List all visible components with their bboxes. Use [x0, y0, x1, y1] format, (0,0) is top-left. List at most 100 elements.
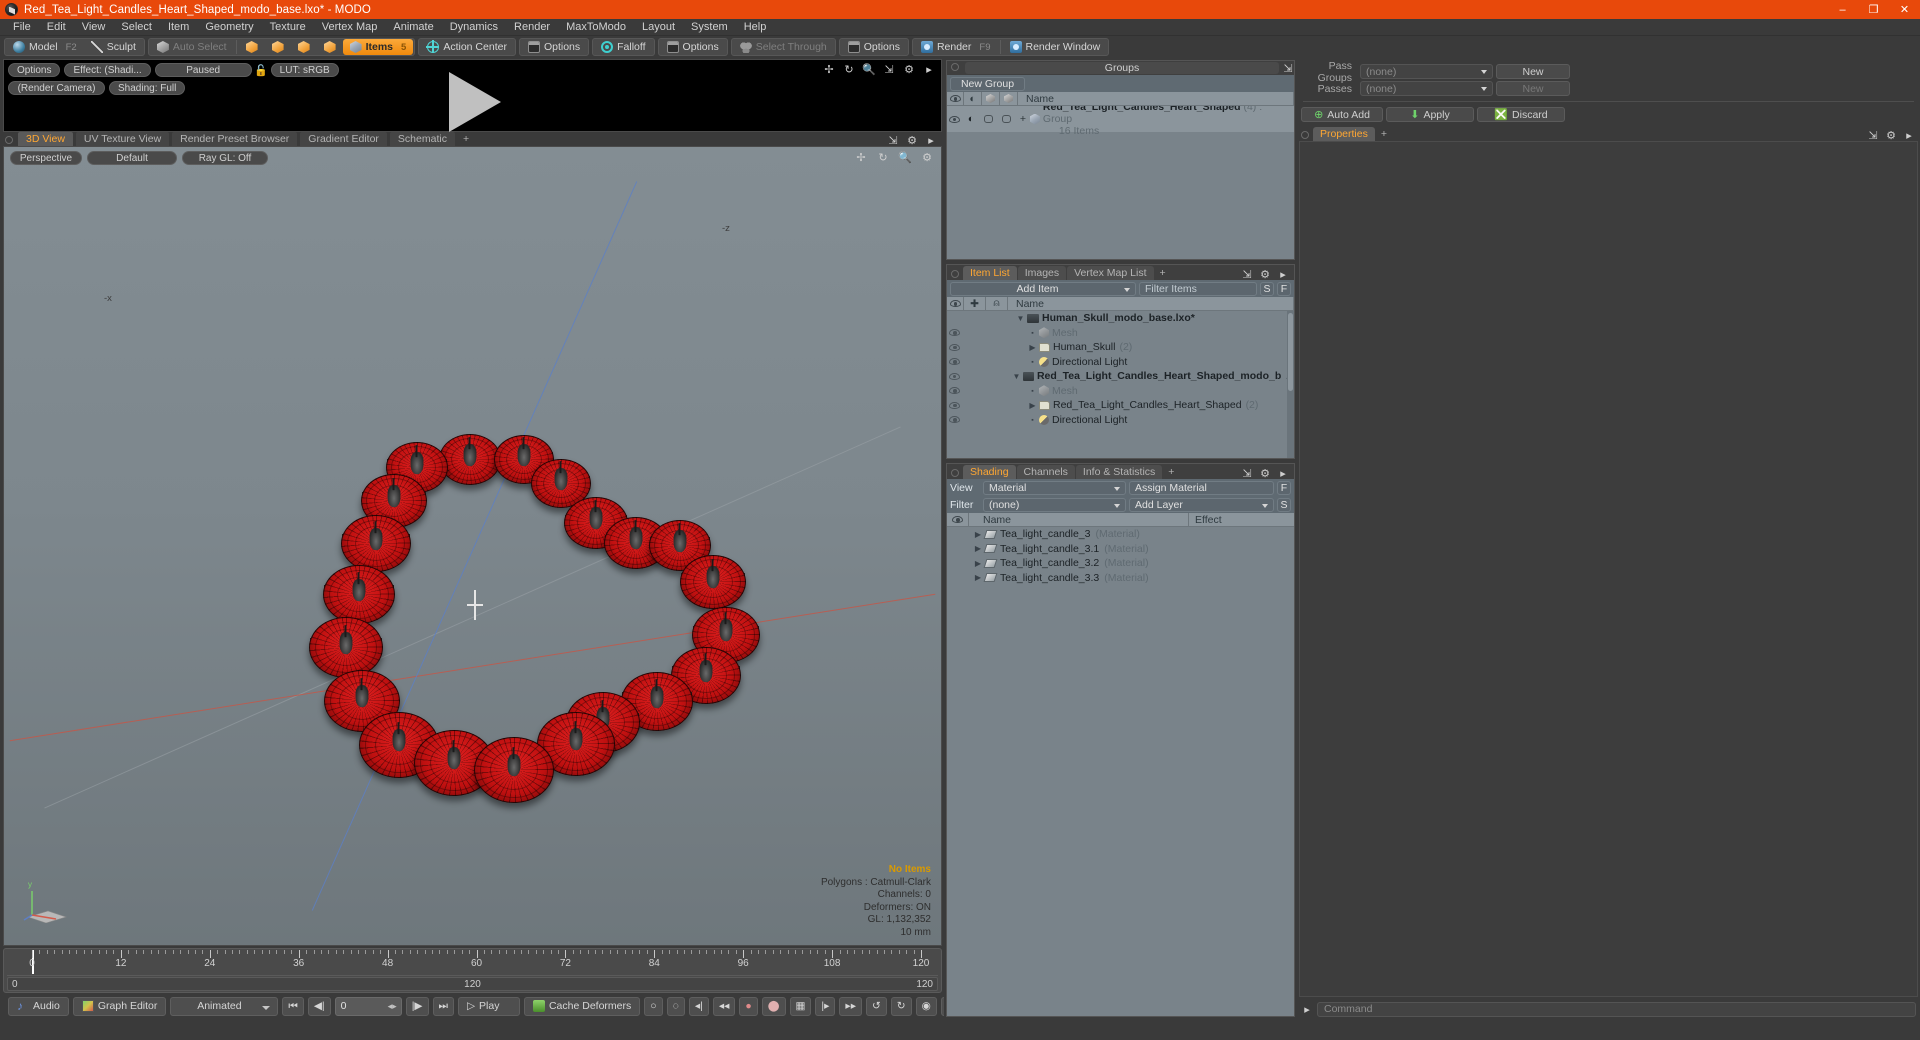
expand-arrow-icon[interactable]: ▪: [1026, 386, 1039, 395]
play-button[interactable]: ▷ Play: [457, 996, 520, 1016]
tab-properties[interactable]: Properties: [1313, 127, 1375, 141]
falloff-button[interactable]: Falloff: [594, 39, 652, 55]
menu-item-animate[interactable]: Animate: [385, 19, 441, 35]
action-center-button[interactable]: Action Center: [420, 39, 514, 55]
pass-groups-new-button[interactable]: New: [1496, 64, 1570, 79]
auto-add-button[interactable]: ⊕ Auto Add: [1301, 107, 1383, 122]
menu-item-vertex-map[interactable]: Vertex Map: [314, 19, 386, 35]
add-item-dropdown[interactable]: Add Item: [950, 281, 1136, 296]
chevron-right-icon[interactable]: ▸: [925, 134, 937, 147]
apply-button[interactable]: ⬇ Apply: [1386, 107, 1474, 122]
rotate-icon[interactable]: ↻: [843, 63, 855, 76]
chevron-right-icon[interactable]: ▸: [1903, 129, 1915, 142]
candle-item[interactable]: [323, 565, 395, 624]
tab--[interactable]: +: [1163, 465, 1179, 479]
menu-item-texture[interactable]: Texture: [262, 19, 314, 35]
col-shading-icon[interactable]: ◐: [964, 92, 982, 105]
preview-paused-button[interactable]: Paused: [154, 63, 252, 77]
menu-item-item[interactable]: Item: [160, 19, 197, 35]
col-render-icon[interactable]: [1000, 92, 1018, 105]
assign-material-button[interactable]: Assign Material: [1129, 480, 1274, 495]
select-through-button[interactable]: Select Through: [733, 39, 834, 55]
gear-icon[interactable]: ⚙: [1259, 268, 1271, 281]
col-lock-icon[interactable]: ✚: [964, 297, 986, 310]
passes-select[interactable]: (none): [1360, 81, 1493, 96]
polygon-mode-button[interactable]: [291, 39, 317, 55]
menu-item-file[interactable]: File: [5, 19, 39, 35]
render-window-button[interactable]: Render Window: [1003, 39, 1108, 55]
create-key-button[interactable]: ●: [739, 996, 758, 1016]
timeline-range-bar[interactable]: 0 120 120: [7, 977, 938, 991]
animation-mode-select[interactable]: Animated: [170, 996, 279, 1016]
filter-s-button[interactable]: S: [1260, 281, 1274, 296]
maximize-button[interactable]: ❐: [1858, 0, 1889, 19]
key-prev-button[interactable]: ◂|: [688, 996, 709, 1016]
gear-icon[interactable]: ⚙: [921, 151, 933, 164]
visibility-toggle[interactable]: [947, 329, 962, 337]
candle-item[interactable]: [309, 617, 383, 678]
item-list-row[interactable]: ▶ Red_Tea_Light_Candles_Heart_Shaped (2): [947, 398, 1294, 413]
viewport-perspective-button[interactable]: Perspective: [10, 151, 82, 165]
visibility-toggle[interactable]: [947, 387, 962, 395]
move-icon[interactable]: ✢: [855, 151, 867, 164]
item-list-scrollbar[interactable]: [1287, 311, 1294, 458]
viewport-raygl-button[interactable]: Ray GL: Off: [182, 151, 268, 165]
gear-icon[interactable]: ⚙: [1259, 467, 1271, 480]
shading-toggle[interactable]: ◐: [962, 113, 980, 125]
expand-icon[interactable]: ⇲: [1282, 62, 1294, 75]
chevron-right-icon[interactable]: ▸: [1277, 268, 1289, 281]
keyframe-mode-1-button[interactable]: ○: [644, 996, 663, 1016]
first-frame-button[interactable]: ⏮: [282, 996, 304, 1016]
lock-icon[interactable]: 🔓: [254, 63, 268, 77]
menu-item-select[interactable]: Select: [113, 19, 160, 35]
preview-effect-button[interactable]: Effect: (Shadi...: [64, 63, 151, 77]
edge-mode-button[interactable]: [265, 39, 291, 55]
tab-schematic[interactable]: Schematic: [388, 131, 456, 146]
shading-row[interactable]: ▶ Tea_light_candle_3 (Material): [947, 527, 1294, 542]
frame-stepper[interactable]: ◂▸: [384, 1001, 401, 1012]
panel-dot-icon[interactable]: [1301, 131, 1309, 139]
tab-gradient-editor[interactable]: Gradient Editor: [299, 131, 388, 146]
panel-dot-icon[interactable]: [951, 63, 959, 71]
panel-dot-icon[interactable]: [951, 469, 959, 477]
item-list-row[interactable]: ▪ Directional Light: [947, 413, 1294, 428]
pass-groups-select[interactable]: (none): [1360, 64, 1493, 79]
keyframe-mode-2-button[interactable]: ◌: [666, 996, 685, 1016]
items-mode-button[interactable]: Items 5: [342, 39, 414, 55]
record-button[interactable]: ◉: [915, 996, 937, 1016]
visibility-toggle[interactable]: [947, 401, 962, 409]
menu-item-maxtomodo[interactable]: MaxToModo: [558, 19, 634, 35]
panel-dot-icon[interactable]: [5, 136, 13, 144]
visibility-toggle[interactable]: [947, 372, 961, 380]
item-list-row[interactable]: ▪ Mesh: [947, 384, 1294, 399]
item-list-row[interactable]: ▶ Human_Skull (2): [947, 340, 1294, 355]
expand-icon[interactable]: ⇲: [1867, 129, 1879, 142]
command-input[interactable]: Command: [1317, 1001, 1916, 1017]
col-visibility-icon[interactable]: [947, 297, 964, 310]
tab--[interactable]: +: [456, 131, 476, 146]
prev-frame-button[interactable]: ◀|: [307, 996, 331, 1016]
move-icon[interactable]: ✢: [823, 63, 835, 76]
zoom-icon[interactable]: 🔍: [898, 151, 912, 164]
gear-icon[interactable]: ⚙: [906, 134, 918, 147]
tab-channels[interactable]: Channels: [1016, 465, 1075, 479]
gear-icon[interactable]: ⚙: [903, 63, 915, 76]
key-next-2-button[interactable]: ▸▸: [839, 996, 862, 1016]
discard-button[interactable]: ❎ Discard: [1477, 107, 1565, 122]
candle-item[interactable]: [341, 515, 411, 572]
rotate-icon[interactable]: ↻: [877, 151, 889, 164]
filter-items-input[interactable]: Filter Items: [1139, 281, 1257, 296]
key-next-button[interactable]: |▸: [815, 996, 836, 1016]
item-list-row[interactable]: ▪ Directional Light: [947, 355, 1294, 370]
col-visibility-icon[interactable]: [947, 513, 969, 526]
chevron-right-icon[interactable]: ▸: [1301, 1003, 1313, 1016]
minimize-button[interactable]: –: [1827, 0, 1858, 19]
add-layer-dropdown[interactable]: Add Layer: [1129, 497, 1274, 512]
new-group-button[interactable]: New Group: [950, 76, 1025, 91]
preview-render-camera-button[interactable]: (Render Camera): [8, 81, 105, 95]
expand-icon[interactable]: ⇲: [1241, 268, 1253, 281]
item-list-row[interactable]: ▪ Mesh: [947, 326, 1294, 341]
expand-arrow-icon[interactable]: ▼: [1010, 372, 1022, 381]
item-list-row[interactable]: ▼ Red_Tea_Light_Candles_Heart_Shaped_modo…: [947, 369, 1294, 384]
expand-icon[interactable]: ⇲: [887, 134, 899, 147]
